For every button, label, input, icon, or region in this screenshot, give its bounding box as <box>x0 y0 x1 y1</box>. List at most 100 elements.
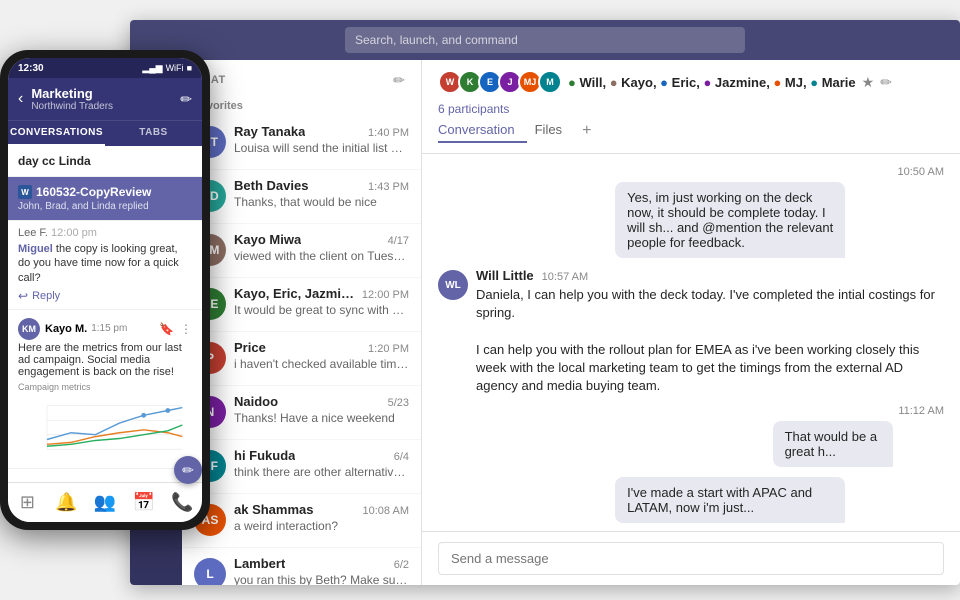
msg-time-will-1: 10:57 AM <box>542 271 588 283</box>
phone-msg-sender: Lee F. 12:00 pm <box>18 227 192 239</box>
conv-preview-group: It would be great to sync with you bo... <box>234 303 409 317</box>
phone-tabs: CONVERSATIONS TABS <box>8 120 202 146</box>
phone-msg-section: Lee F. 12:00 pm Miguel the copy is looki… <box>8 221 202 310</box>
phone-nav-subtitle: Northwind Traders <box>31 101 180 112</box>
meetings-icon: 📅 <box>133 492 155 513</box>
phone-chart-header: KM Kayo M. 1:15 pm 🔖 ⋮ <box>18 318 192 340</box>
msg-bubble-right-3: I've made a start with APAC and LATAM, n… <box>615 477 845 523</box>
conv-info-group: Kayo, Eric, Jazmine, +2 12:00 PM It woul… <box>234 286 409 317</box>
star-icon[interactable]: ★ <box>862 74 875 91</box>
msg-bubble-right-1: Yes, im just working on the deck now, it… <box>615 182 845 258</box>
conv-time-rt: 1:40 PM <box>368 127 409 139</box>
conv-name-p: Price <box>234 340 266 355</box>
msg-bubble-right-2: That would be a great h... <box>773 421 893 467</box>
conv-info-hf: hi Fukuda 6/4 think there are other alte… <box>234 448 409 479</box>
participant-count[interactable]: 6 participants <box>438 100 944 118</box>
avatar-marie: M <box>538 70 562 94</box>
phone-conv-item-linda[interactable]: day cc Linda <box>8 146 202 177</box>
add-tab-button[interactable]: + <box>582 122 591 140</box>
conv-name-group: Kayo, Eric, Jazmine, +2 <box>234 286 354 301</box>
word-icon: W <box>18 185 32 199</box>
phone-conv-meta-copyreview: John, Brad, and Linda replied <box>18 201 192 212</box>
conv-name-l: Lambert <box>234 556 285 571</box>
conv-preview-km: viewed with the client on Tuesday, she h… <box>234 249 409 263</box>
phone-bottom-home[interactable]: ⊞ <box>8 483 47 522</box>
phone-bottom-meetings[interactable]: 📅 <box>124 483 163 522</box>
conv-preview-p: i haven't checked available times yet <box>234 357 409 371</box>
search-bar[interactable]: Search, launch, and command <box>345 27 745 53</box>
conv-name-rt: Ray Tanaka <box>234 124 305 139</box>
compose-button[interactable]: ✏ <box>389 70 409 90</box>
conv-name-hf: hi Fukuda <box>234 448 295 463</box>
phone-bottom-activity[interactable]: 🔔 <box>47 483 86 522</box>
home-icon: ⊞ <box>20 492 35 513</box>
phone-bottom-calls[interactable]: 📞 <box>163 483 202 522</box>
fab-icon: ✏ <box>182 462 194 479</box>
phone-status-icons: ▂▄▆ WiFi ■ <box>142 63 192 74</box>
phone-conv-item-copyreview[interactable]: W 160532-CopyReview John, Brad, and Lind… <box>8 177 202 221</box>
conv-preview-l: you ran this by Beth? Make sure she is..… <box>234 573 409 585</box>
fab-compose-button[interactable]: ✏ <box>174 456 202 484</box>
message-right-2: 11:12 AM That would be a great h... <box>773 405 944 467</box>
conv-info-as: ak Shammas 10:08 AM a weird interaction? <box>234 502 409 533</box>
msg-time-right-1: 10:50 AM <box>615 166 944 178</box>
desktop-teams-window: Search, launch, and command 2 🔔 Activity… <box>130 20 960 585</box>
phone-reply-label: Reply <box>32 290 60 302</box>
top-bar: Search, launch, and command <box>130 20 960 60</box>
phone-edit-button[interactable]: ✏ <box>180 91 192 108</box>
mini-chart <box>18 395 192 455</box>
phone-outer: 12:30 ▂▄▆ WiFi ■ ‹ Marketing Northwind T… <box>0 50 210 530</box>
conv-item-lambert[interactable]: L Lambert 6/2 you ran this by Beth? Make… <box>182 548 421 585</box>
phone-bottom-teams[interactable]: 👥 <box>86 483 125 522</box>
conv-info-rt: Ray Tanaka 1:40 PM Louisa will send the … <box>234 124 409 155</box>
phone-tab-tabs[interactable]: TABS <box>105 121 202 146</box>
conv-info-km: Kayo Miwa 4/17 viewed with the client on… <box>234 232 409 263</box>
conv-info-bd: Beth Davies 1:43 PM Thanks, that would b… <box>234 178 409 209</box>
participants-row: W K E J MJ M ● Will, ● Kayo, ● Eric, ● J… <box>438 70 944 94</box>
messages-area: 10:50 AM Yes, im just working on the dec… <box>422 154 960 531</box>
phone-reply-button[interactable]: ↩ Reply <box>18 289 192 303</box>
msg-content-will-1: Will Little 10:57 AM Daniela, I can help… <box>476 268 944 395</box>
chart-title: Campaign metrics <box>18 382 192 392</box>
phone-chart-text: Here are the metrics from our last ad ca… <box>18 342 192 378</box>
conv-preview-n: Thanks! Have a nice weekend <box>234 411 409 425</box>
wifi-icon: WiFi <box>166 63 184 73</box>
chat-area: W K E J MJ M ● Will, ● Kayo, ● Eric, ● J… <box>422 60 960 585</box>
msg-text-will-1: Daniela, I can help you with the deck to… <box>476 286 944 395</box>
more-icon[interactable]: ⋮ <box>180 322 192 336</box>
conv-preview-as: a weird interaction? <box>234 519 409 533</box>
conv-time-l: 6/2 <box>394 559 409 571</box>
participant-avatars: W K E J MJ M <box>438 70 562 94</box>
conv-name-km: Kayo Miwa <box>234 232 301 247</box>
msg-time-right-2: 11:12 AM <box>773 405 944 417</box>
phone-screen: 12:30 ▂▄▆ WiFi ■ ‹ Marketing Northwind T… <box>8 58 202 522</box>
conv-info-p: Price 1:20 PM i haven't checked availabl… <box>234 340 409 371</box>
bookmark-icon[interactable]: 🔖 <box>159 322 174 336</box>
message-right-3: I've made a start with APAC and LATAM, n… <box>615 477 944 523</box>
conv-avatar-l: L <box>194 558 226 585</box>
compose-input[interactable] <box>438 542 944 575</box>
conv-name-bd: Beth Davies <box>234 178 308 193</box>
mobile-phone: 12:30 ▂▄▆ WiFi ■ ‹ Marketing Northwind T… <box>0 50 220 540</box>
conv-time-bd: 1:43 PM <box>368 181 409 193</box>
teams-icon-mobile: 👥 <box>94 492 116 513</box>
phone-chart-time: 1:15 pm <box>91 323 127 334</box>
tab-files[interactable]: Files <box>535 118 574 143</box>
edit-participants-icon[interactable]: ✏ <box>880 74 892 91</box>
tab-conversation[interactable]: Conversation <box>438 118 527 143</box>
main-area: 2 🔔 Activity 1 💬 Chat 1 👥 Teams Chat ✏ F… <box>130 60 960 585</box>
conv-time-p: 1:20 PM <box>368 343 409 355</box>
reply-icon: ↩ <box>18 289 28 303</box>
phone-tab-conversations[interactable]: CONVERSATIONS <box>8 121 105 146</box>
msg-avatar-will: WL <box>438 270 468 300</box>
phone-back-button[interactable]: ‹ <box>18 90 23 108</box>
chat-tabs: Conversation Files + <box>438 118 944 143</box>
phone-nav-info: Marketing Northwind Traders <box>31 86 180 112</box>
conv-time-km: 4/17 <box>388 235 409 247</box>
msg-sender-will: Will Little <box>476 268 534 283</box>
conv-time-n: 5/23 <box>388 397 409 409</box>
phone-conv-list: day cc Linda W 160532-CopyReview John, B… <box>8 146 202 482</box>
phone-chart-avatar: KM <box>18 318 40 340</box>
chat-header: W K E J MJ M ● Will, ● Kayo, ● Eric, ● J… <box>422 60 960 154</box>
calls-icon: 📞 <box>171 492 193 513</box>
